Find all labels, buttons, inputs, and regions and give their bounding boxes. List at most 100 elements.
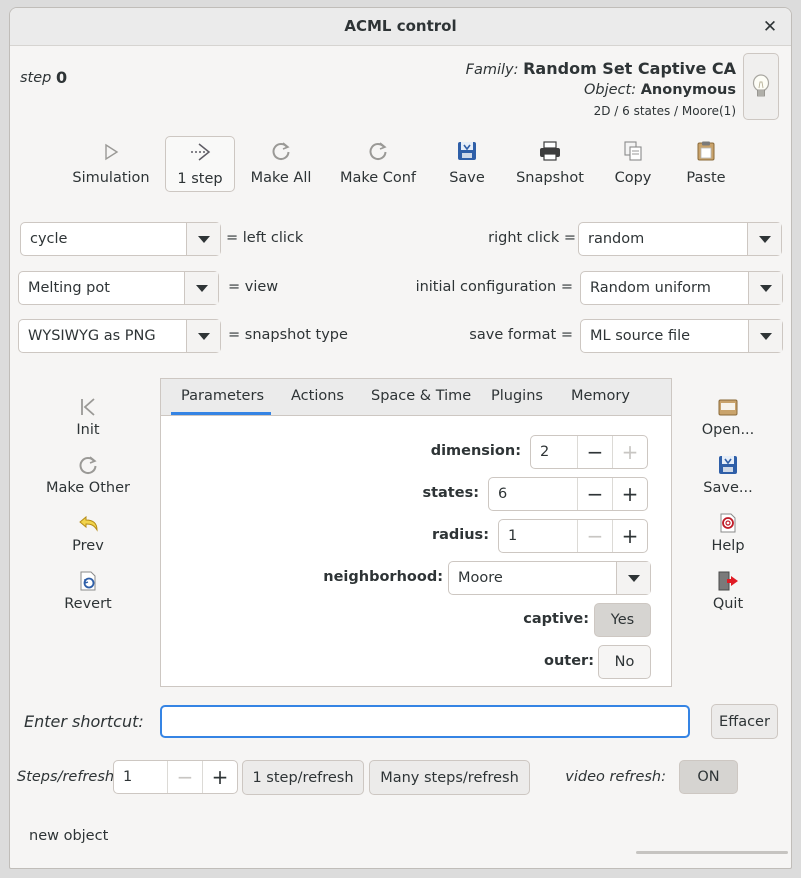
title-bar: ACML control ✕ bbox=[10, 8, 791, 46]
folder-icon bbox=[718, 399, 738, 416]
tab-parameters[interactable]: Parameters bbox=[181, 388, 264, 404]
object-label: Object: bbox=[583, 82, 637, 98]
chevron-down-icon[interactable] bbox=[616, 562, 650, 594]
chevron-down-icon[interactable] bbox=[186, 320, 220, 352]
save-as-button[interactable]: Save... bbox=[673, 452, 783, 496]
increment-button[interactable]: + bbox=[612, 436, 647, 468]
dimension-label: dimension: bbox=[430, 443, 521, 459]
video-refresh-label: video refresh: bbox=[565, 769, 666, 785]
open-button[interactable]: Open... bbox=[673, 394, 783, 438]
step-icon bbox=[191, 143, 211, 161]
radius-stepper[interactable]: 1 − + bbox=[498, 519, 648, 553]
hint-button[interactable] bbox=[743, 53, 779, 120]
snapshot-button[interactable]: Snapshot bbox=[516, 136, 584, 192]
refresh-icon bbox=[79, 456, 97, 475]
status-text: new object bbox=[29, 828, 109, 844]
help-icon bbox=[720, 513, 736, 533]
save-format-label: save format = bbox=[469, 327, 573, 343]
acml-control-window: ACML control ✕ step 0 Family: Random Set… bbox=[9, 7, 792, 869]
undo-icon bbox=[79, 515, 98, 532]
chevron-down-icon[interactable] bbox=[748, 320, 782, 352]
tab-space-time[interactable]: Space & Time bbox=[371, 388, 471, 404]
dimension-stepper[interactable]: 2 − + bbox=[530, 435, 648, 469]
active-tab-indicator bbox=[171, 412, 271, 415]
exit-icon bbox=[718, 571, 738, 591]
object-line: Object: Anonymous bbox=[584, 82, 736, 98]
tab-memory[interactable]: Memory bbox=[571, 388, 630, 404]
steps-refresh-label: Steps/refresh: bbox=[17, 769, 119, 785]
save-format-select[interactable]: ML source file bbox=[580, 319, 783, 353]
initial-config-select[interactable]: Random uniform bbox=[580, 271, 783, 305]
simulation-button[interactable]: Simulation bbox=[70, 136, 152, 192]
quit-button[interactable]: Quit bbox=[673, 568, 783, 612]
copy-button[interactable]: Copy bbox=[608, 136, 658, 192]
family-label: Family: bbox=[465, 62, 519, 78]
left-click-select[interactable]: cycle bbox=[20, 222, 221, 256]
close-button[interactable]: ✕ bbox=[759, 16, 781, 38]
save-icon bbox=[719, 456, 737, 474]
tab-bar: Parameters Actions Space & Time Plugins … bbox=[161, 379, 671, 416]
make-all-button[interactable]: Make All bbox=[246, 136, 316, 192]
outer-label: outer: bbox=[544, 653, 594, 669]
init-button[interactable]: Init bbox=[33, 394, 143, 438]
save-button[interactable]: Save bbox=[442, 136, 492, 192]
revert-icon bbox=[80, 571, 96, 591]
make-conf-button[interactable]: Make Conf bbox=[336, 136, 420, 192]
view-select[interactable]: Melting pot bbox=[18, 271, 219, 305]
save-icon bbox=[458, 142, 476, 160]
neighborhood-select[interactable]: Moore bbox=[448, 561, 651, 595]
snapshot-type-select[interactable]: WYSIWYG as PNG bbox=[18, 319, 221, 353]
increment-button[interactable]: + bbox=[202, 761, 237, 793]
parameters-notebook: Parameters Actions Space & Time Plugins … bbox=[160, 378, 672, 687]
many-steps-refresh-button[interactable]: Many steps/refresh bbox=[369, 760, 530, 795]
one-step-refresh-button[interactable]: 1 step/refresh bbox=[242, 760, 364, 795]
one-step-button[interactable]: 1 step bbox=[165, 136, 235, 192]
decrement-button[interactable]: − bbox=[577, 436, 612, 468]
right-click-select[interactable]: random bbox=[578, 222, 782, 256]
tab-actions[interactable]: Actions bbox=[291, 388, 344, 404]
paste-button[interactable]: Paste bbox=[681, 136, 731, 192]
increment-button[interactable]: + bbox=[612, 520, 647, 552]
captive-toggle[interactable]: Yes bbox=[594, 603, 651, 637]
shortcut-input[interactable] bbox=[160, 705, 690, 738]
chevron-down-icon[interactable] bbox=[186, 223, 220, 255]
help-button[interactable]: Help bbox=[673, 510, 783, 554]
chevron-down-icon[interactable] bbox=[747, 223, 781, 255]
prev-button[interactable]: Prev bbox=[33, 510, 143, 554]
captive-label: captive: bbox=[523, 611, 589, 627]
right-click-label: right click = bbox=[488, 230, 576, 246]
states-label: states: bbox=[422, 485, 479, 501]
clear-button[interactable]: Effacer bbox=[711, 704, 778, 739]
family-value: Random Set Captive CA bbox=[523, 59, 736, 78]
snapshot-type-label: = snapshot type bbox=[228, 327, 348, 343]
initial-config-label: initial configuration = bbox=[415, 279, 573, 295]
family-info: 2D / 6 states / Moore(1) bbox=[593, 104, 736, 118]
outer-toggle[interactable]: No bbox=[598, 645, 651, 679]
decrement-button[interactable]: − bbox=[577, 520, 612, 552]
states-stepper[interactable]: 6 − + bbox=[488, 477, 648, 511]
video-refresh-toggle[interactable]: ON bbox=[679, 760, 738, 794]
tab-plugins[interactable]: Plugins bbox=[491, 388, 543, 404]
copy-icon bbox=[624, 141, 642, 161]
object-value: Anonymous bbox=[640, 82, 736, 98]
decrement-button[interactable]: − bbox=[167, 761, 202, 793]
refresh-icon bbox=[272, 142, 290, 161]
step-label: step bbox=[20, 70, 52, 86]
radius-label: radius: bbox=[431, 527, 489, 543]
steps-refresh-stepper[interactable]: 1 − + bbox=[113, 760, 238, 794]
make-other-button[interactable]: Make Other bbox=[33, 452, 143, 496]
rewind-icon bbox=[81, 398, 95, 416]
shortcut-label: Enter shortcut: bbox=[24, 712, 144, 731]
revert-button[interactable]: Revert bbox=[33, 568, 143, 612]
lightbulb-icon bbox=[752, 73, 770, 96]
step-value: 0 bbox=[56, 68, 68, 87]
chevron-down-icon[interactable] bbox=[748, 272, 782, 304]
horizontal-scrollbar[interactable] bbox=[636, 851, 788, 854]
increment-button[interactable]: + bbox=[612, 478, 647, 510]
chevron-down-icon[interactable] bbox=[184, 272, 218, 304]
neighborhood-label: neighborhood: bbox=[323, 569, 443, 585]
play-icon bbox=[105, 143, 119, 161]
view-label: = view bbox=[228, 279, 279, 295]
decrement-button[interactable]: − bbox=[577, 478, 612, 510]
refresh-icon bbox=[369, 142, 387, 161]
